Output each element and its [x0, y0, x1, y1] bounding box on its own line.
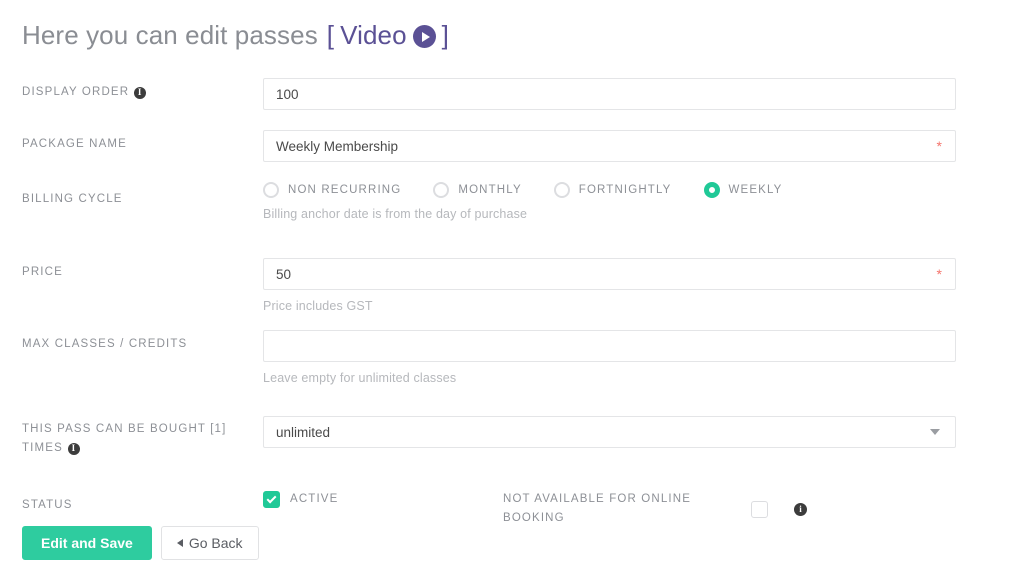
label-times-bought-line2: TIMES — [22, 439, 63, 458]
radio-non-recurring[interactable]: NON RECURRING — [263, 182, 401, 198]
radio-weekly[interactable]: WEEKLY — [704, 182, 783, 198]
row-package-name: PACKAGE NAME * — [0, 130, 1024, 182]
form-action-bar: Edit and Save Go Back — [22, 526, 259, 560]
checkbox-checked-icon — [263, 491, 280, 508]
radio-dot-icon — [554, 182, 570, 198]
row-price: PRICE * Price includes GST — [0, 258, 1024, 330]
label-display-order-text: DISPLAY ORDER — [22, 83, 129, 102]
price-helper-text: Price includes GST — [263, 299, 956, 313]
package-name-field-wrap: * — [263, 130, 956, 162]
display-order-input[interactable] — [263, 78, 956, 110]
max-classes-input[interactable] — [263, 330, 956, 362]
label-package-name: PACKAGE NAME — [22, 135, 252, 154]
page-title-text: Here you can edit passes — [22, 20, 318, 51]
price-field-wrap: * — [263, 258, 956, 290]
billing-cycle-helper-text: Billing anchor date is from the day of p… — [263, 207, 956, 221]
play-circle-icon[interactable] — [413, 25, 436, 48]
max-classes-field-wrap — [263, 330, 956, 362]
radio-dot-selected-icon — [704, 182, 720, 198]
times-bought-select[interactable]: unlimited — [263, 416, 956, 448]
radio-non-recurring-label: NON RECURRING — [288, 184, 401, 196]
control-package-name: * — [263, 130, 956, 162]
chevron-left-icon — [177, 539, 183, 547]
radio-dot-icon — [433, 182, 449, 198]
label-package-name-text: PACKAGE NAME — [22, 135, 127, 154]
times-bought-select-wrap: unlimited — [263, 416, 956, 448]
radio-dot-icon — [263, 182, 279, 198]
checkbox-active-label: ACTIVE — [290, 490, 338, 509]
label-status-text: STATUS — [22, 496, 73, 515]
go-back-label: Go Back — [189, 535, 243, 551]
label-times-bought-line1: THIS PASS CAN BE BOUGHT [1] — [22, 420, 252, 439]
info-icon[interactable]: i — [68, 443, 80, 455]
control-status: ACTIVE NOT AVAILABLE FOR ONLINE BOOKING … — [263, 490, 956, 528]
label-price-text: PRICE — [22, 263, 63, 282]
billing-cycle-radio-group: NON RECURRING MONTHLY FORTNIGHTLY WEEKLY — [263, 182, 956, 198]
edit-and-save-button[interactable]: Edit and Save — [22, 526, 152, 560]
checkbox-not-available-online-label: NOT AVAILABLE FOR ONLINE BOOKING — [503, 490, 693, 528]
label-price: PRICE — [22, 263, 252, 282]
row-max-classes: MAX CLASSES / CREDITS Leave empty for un… — [0, 330, 1024, 402]
status-checkbox-row: ACTIVE NOT AVAILABLE FOR ONLINE BOOKING … — [263, 490, 956, 528]
row-display-order: DISPLAY ORDER i — [0, 78, 1024, 130]
control-max-classes: Leave empty for unlimited classes — [263, 330, 956, 385]
label-status: STATUS — [22, 496, 252, 515]
package-name-input[interactable] — [263, 130, 956, 162]
label-times-bought: THIS PASS CAN BE BOUGHT [1] TIMES i — [22, 420, 252, 458]
go-back-button[interactable]: Go Back — [161, 526, 259, 560]
video-link[interactable]: [Video ] — [327, 20, 449, 51]
max-classes-helper-text: Leave empty for unlimited classes — [263, 371, 956, 385]
control-display-order — [263, 78, 956, 110]
control-billing-cycle: NON RECURRING MONTHLY FORTNIGHTLY WEEKLY — [263, 182, 956, 221]
radio-monthly-label: MONTHLY — [458, 184, 521, 196]
checkbox-unchecked-icon[interactable] — [751, 501, 768, 518]
video-open-bracket: [ — [327, 20, 334, 51]
label-billing-cycle-text: BILLING CYCLE — [22, 190, 123, 209]
row-times-bought: THIS PASS CAN BE BOUGHT [1] TIMES i unli… — [0, 402, 1024, 470]
video-link-label: Video — [340, 20, 407, 51]
page-title: Here you can edit passes [Video ] — [22, 20, 449, 51]
radio-fortnightly-label: FORTNIGHTLY — [579, 184, 672, 196]
control-times-bought: unlimited — [263, 416, 956, 448]
control-price: * Price includes GST — [263, 258, 956, 313]
display-order-field-wrap — [263, 78, 956, 110]
label-max-classes-text: MAX CLASSES / CREDITS — [22, 335, 187, 354]
label-billing-cycle: BILLING CYCLE — [22, 190, 252, 209]
radio-weekly-label: WEEKLY — [729, 184, 783, 196]
pass-form: DISPLAY ORDER i PACKAGE NAME * — [0, 78, 1024, 540]
radio-monthly[interactable]: MONTHLY — [433, 182, 521, 198]
info-icon[interactable]: i — [134, 87, 146, 99]
price-input[interactable] — [263, 258, 956, 290]
checkbox-active[interactable]: ACTIVE — [263, 490, 503, 509]
label-max-classes: MAX CLASSES / CREDITS — [22, 335, 252, 354]
radio-fortnightly[interactable]: FORTNIGHTLY — [554, 182, 672, 198]
video-close-bracket: ] — [442, 20, 449, 51]
row-billing-cycle: BILLING CYCLE NON RECURRING MONTHLY FORT… — [0, 182, 1024, 258]
checkbox-not-available-online[interactable]: NOT AVAILABLE FOR ONLINE BOOKING i — [503, 490, 807, 528]
pass-edit-page: Here you can edit passes [Video ] DISPLA… — [0, 0, 1024, 581]
label-display-order: DISPLAY ORDER i — [22, 83, 252, 102]
info-icon[interactable]: i — [794, 503, 807, 516]
